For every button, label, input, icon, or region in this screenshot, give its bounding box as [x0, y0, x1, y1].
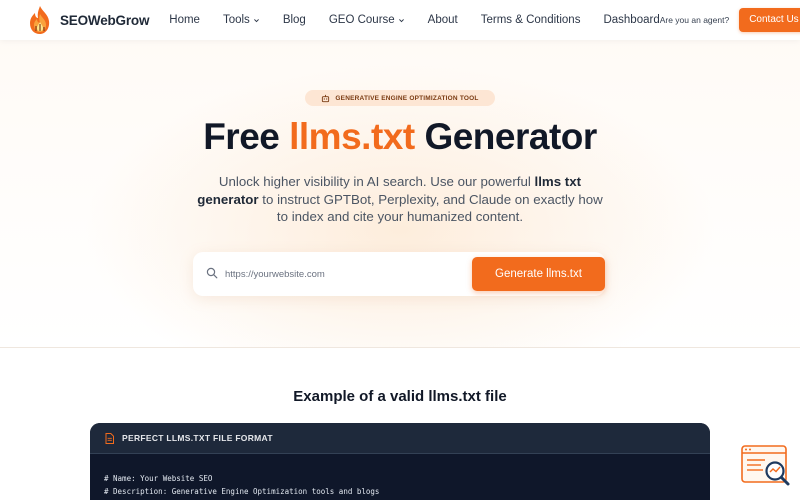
subtitle-pre: Unlock higher visibility in AI search. U…	[218, 174, 531, 189]
code-card-header: PERFECT LLMS.TXT FILE FORMAT	[90, 423, 710, 454]
search-document-icon	[741, 445, 790, 486]
hero-subtitle: Unlock higher visibility in AI search. U…	[190, 173, 610, 226]
navbar: SEOWebGrow Home Tools Blog GEO Course Ab…	[0, 0, 800, 40]
tool-badge: GENERATIVE ENGINE OPTIMIZATION TOOL	[305, 90, 495, 106]
nav-label: About	[427, 14, 458, 26]
code-card-title: PERFECT LLMS.TXT FILE FORMAT	[122, 433, 273, 443]
brand-logo[interactable]: SEOWebGrow	[28, 5, 149, 35]
page-title: Free llms.txt Generator	[0, 116, 800, 158]
nav-label: Terms & Conditions	[480, 14, 581, 26]
nav-item-terms[interactable]: Terms & Conditions	[481, 14, 581, 26]
floating-seo-widget[interactable]	[741, 444, 793, 490]
example-code-card: PERFECT LLMS.TXT FILE FORMAT # Name: You…	[90, 423, 710, 500]
subtitle-post: to instruct GPTBot, Perplexity, and Clau…	[262, 191, 603, 225]
nav-item-geo-course[interactable]: GEO Course	[329, 14, 405, 26]
flame-logo-icon	[30, 6, 50, 34]
robot-icon	[322, 94, 330, 102]
chevron-down-icon	[253, 18, 259, 22]
code-body: # Name: Your Website SEO # Description: …	[90, 454, 710, 498]
title-prefix: Free	[203, 116, 280, 157]
search-icon	[206, 267, 218, 279]
code-line: # Description: Generative Engine Optimiz…	[104, 487, 380, 496]
nav-label: Dashboard	[603, 14, 660, 26]
nav-item-tools[interactable]: Tools	[223, 14, 260, 26]
main-nav: Home Tools Blog GEO Course About Terms &…	[169, 14, 659, 26]
title-suffix: Generator	[424, 116, 597, 157]
generate-button[interactable]: Generate llms.txt	[472, 257, 605, 291]
nav-item-home[interactable]: Home	[169, 14, 200, 26]
brand-name: SEOWebGrow	[60, 12, 150, 28]
chevron-down-icon	[398, 18, 404, 22]
file-icon	[105, 432, 114, 444]
nav-item-dashboard[interactable]: Dashboard	[603, 14, 659, 26]
nav-label: Home	[169, 14, 200, 26]
agent-question-link[interactable]: Are you an agent?	[660, 15, 729, 25]
url-form: Generate llms.txt	[193, 252, 605, 296]
badge-label: GENERATIVE ENGINE OPTIMIZATION TOOL	[335, 94, 479, 102]
contact-button[interactable]: Contact Us	[739, 8, 800, 32]
code-line: # Name: Your Website SEO	[104, 474, 213, 483]
nav-label: Blog	[282, 14, 306, 26]
nav-item-about[interactable]: About	[428, 14, 458, 26]
website-url-input[interactable]	[225, 266, 465, 282]
nav-label: Tools	[222, 14, 250, 26]
nav-item-blog[interactable]: Blog	[283, 14, 306, 26]
example-section-title: Example of a valid llms.txt file	[293, 388, 507, 405]
nav-label: GEO Course	[328, 14, 395, 26]
title-accent: llms.txt	[289, 116, 415, 157]
